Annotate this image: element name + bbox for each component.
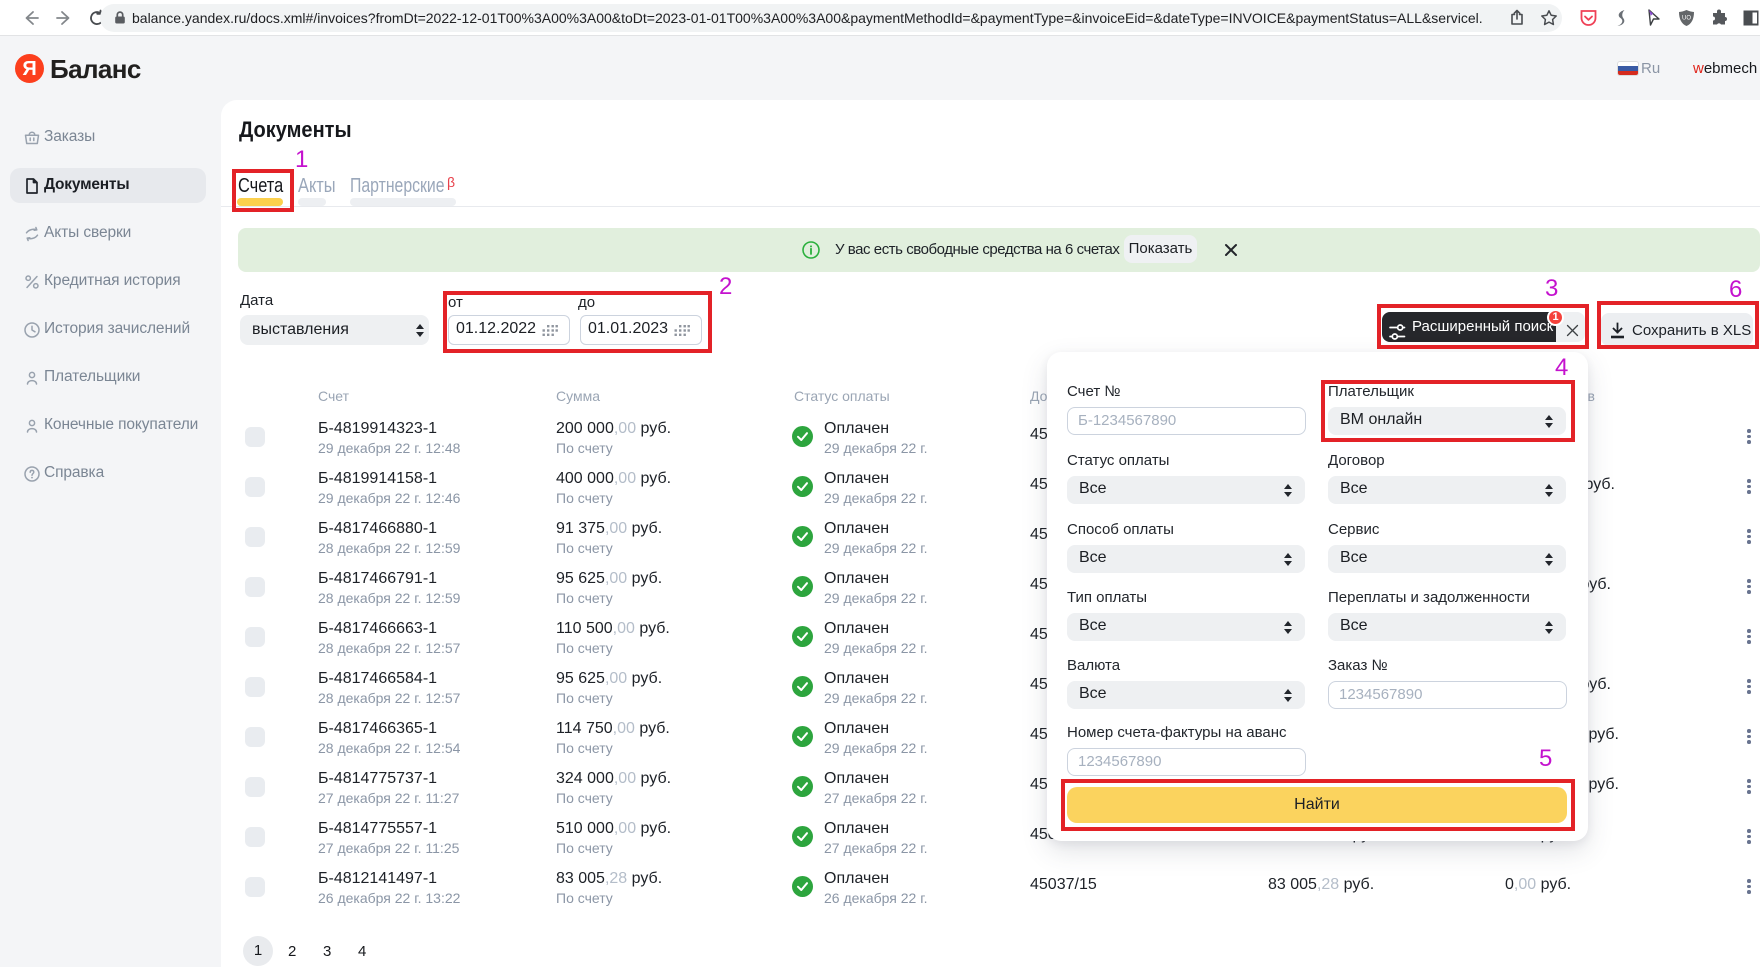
svg-text:UO: UO <box>1682 16 1691 22</box>
